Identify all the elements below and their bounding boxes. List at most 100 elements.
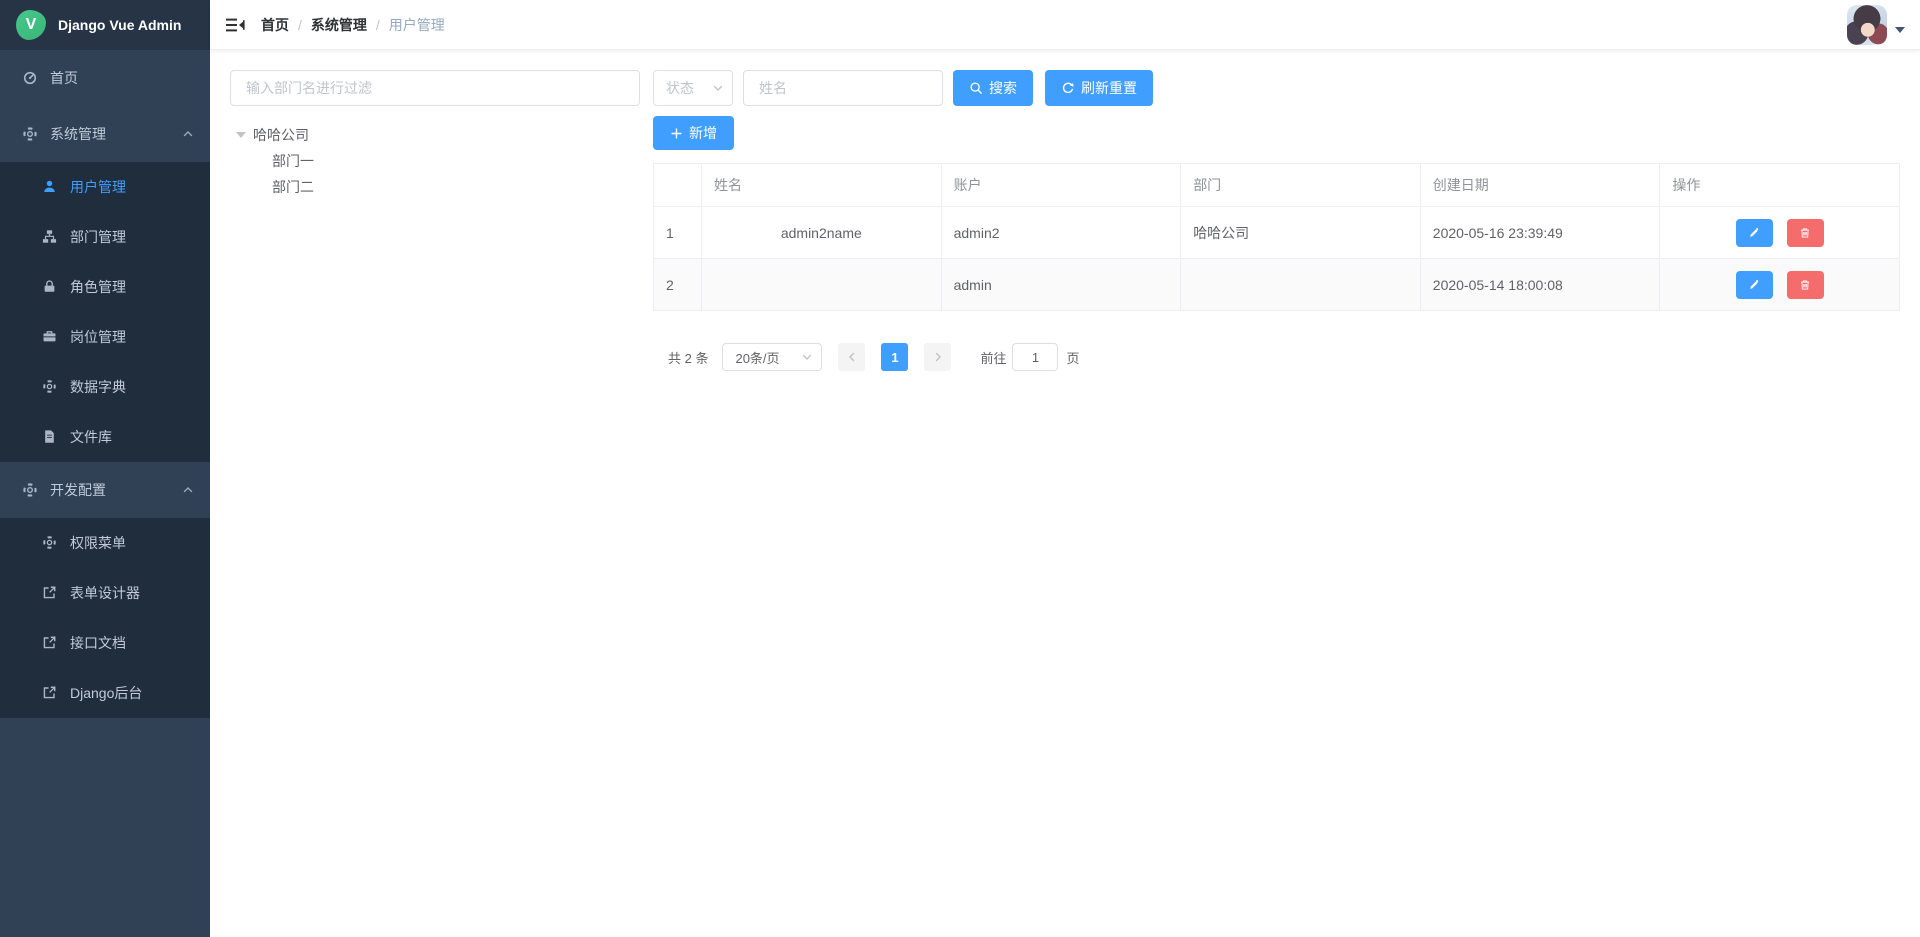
edit-button[interactable] — [1736, 219, 1773, 247]
pencil-icon — [1748, 279, 1760, 291]
caret-down-icon[interactable] — [236, 132, 246, 138]
chevron-up-icon — [182, 128, 194, 140]
user-panel: 状态 搜索 刷新重置 — [653, 70, 1900, 917]
sidebar-item-api-docs[interactable]: 接口文档 — [0, 618, 210, 668]
sidebar-item-departments[interactable]: 部门管理 — [0, 212, 210, 262]
add-button[interactable]: 新增 — [653, 116, 734, 150]
briefcase-icon — [42, 329, 58, 345]
breadcrumb: 首页 / 系统管理 / 用户管理 — [261, 15, 445, 35]
tree-node-label: 哈哈公司 — [253, 125, 309, 145]
sidebar-item-users[interactable]: 用户管理 — [0, 162, 210, 212]
name-filter-input[interactable] — [743, 70, 943, 106]
component-icon — [42, 379, 58, 395]
user-icon — [42, 179, 58, 195]
sidebar-item-label: 文件库 — [70, 427, 112, 447]
prev-page-button[interactable] — [838, 343, 865, 371]
department-panel: 哈哈公司 部门一 部门二 — [230, 70, 640, 917]
tree-node-child[interactable]: 部门二 — [230, 174, 640, 200]
sidebar-item-roles[interactable]: 角色管理 — [0, 262, 210, 312]
external-link-icon — [42, 685, 58, 701]
refresh-reset-button[interactable]: 刷新重置 — [1045, 70, 1153, 106]
next-page-button[interactable] — [924, 343, 951, 371]
org-tree-icon — [42, 229, 58, 245]
cell-actions — [1660, 259, 1900, 311]
table-row: 1 admin2name admin2 哈哈公司 2020-05-16 23:3… — [654, 207, 1900, 259]
sidebar-item-form-designer[interactable]: 表单设计器 — [0, 568, 210, 618]
app-logo[interactable]: V Django Vue Admin — [0, 0, 210, 50]
sidebar-item-home[interactable]: 首页 — [0, 50, 210, 106]
status-select-placeholder: 状态 — [666, 78, 694, 98]
col-header-index — [654, 164, 702, 207]
sidebar-item-django-admin[interactable]: Django后台 — [0, 668, 210, 718]
submenu-devconfig: 权限菜单 表单设计器 接口文档 Django后台 — [0, 518, 210, 718]
department-filter-input[interactable] — [230, 70, 640, 106]
delete-button[interactable] — [1787, 219, 1824, 247]
dashboard-icon — [22, 70, 38, 86]
component-icon — [22, 126, 38, 142]
cell-index: 2 — [654, 259, 702, 311]
cell-account: admin2 — [941, 207, 1181, 259]
pagination-total: 共 2 条 — [668, 348, 708, 367]
app-title: Django Vue Admin — [58, 17, 181, 33]
sidebar-group-devconfig[interactable]: 开发配置 — [0, 462, 210, 518]
trash-icon — [1799, 227, 1811, 239]
lock-icon — [42, 279, 58, 295]
caret-down-icon[interactable] — [1895, 27, 1905, 33]
chevron-up-icon — [182, 484, 194, 496]
pagination: 共 2 条 20条/页 1 前往 页 — [668, 343, 1900, 371]
col-header-created: 创建日期 — [1420, 164, 1660, 207]
tree-node-root[interactable]: 哈哈公司 — [230, 122, 640, 148]
plus-icon — [670, 127, 683, 140]
sidebar-item-label: Django后台 — [70, 683, 142, 703]
sidebar-menu: 首页 系统管理 用户管理 部门管理 — [0, 50, 210, 937]
navbar-right — [1847, 5, 1905, 45]
page-size-select[interactable]: 20条/页 — [722, 343, 822, 371]
external-link-icon — [42, 585, 58, 601]
breadcrumb-separator: / — [298, 17, 302, 33]
avatar[interactable] — [1847, 5, 1887, 45]
users-table: 姓名 账户 部门 创建日期 操作 1 admin2name admin2 哈哈公… — [653, 163, 1900, 311]
page-number-1[interactable]: 1 — [881, 343, 908, 371]
vue-logo-icon: V — [16, 10, 46, 40]
sidebar-item-files[interactable]: 文件库 — [0, 412, 210, 462]
col-header-dept: 部门 — [1181, 164, 1421, 207]
sidebar-item-label: 数据字典 — [70, 377, 126, 397]
col-header-name: 姓名 — [702, 164, 942, 207]
cell-dept — [1181, 259, 1421, 311]
submenu-system: 用户管理 部门管理 角色管理 岗位管理 — [0, 162, 210, 462]
breadcrumb-home[interactable]: 首页 — [261, 15, 289, 35]
col-header-actions: 操作 — [1660, 164, 1900, 207]
delete-button[interactable] — [1787, 271, 1824, 299]
component-icon — [42, 535, 58, 551]
cell-dept: 哈哈公司 — [1181, 207, 1421, 259]
sidebar-item-posts[interactable]: 岗位管理 — [0, 312, 210, 362]
sidebar: V Django Vue Admin 首页 系统管理 用户管理 — [0, 0, 210, 937]
table-row: 2 admin 2020-05-14 18:00:08 — [654, 259, 1900, 311]
status-select[interactable]: 状态 — [653, 70, 733, 106]
goto-label: 前往 — [980, 348, 1006, 367]
sidebar-group-system[interactable]: 系统管理 — [0, 106, 210, 162]
sidebar-item-label: 权限菜单 — [70, 533, 126, 553]
sidebar-item-permission-menu[interactable]: 权限菜单 — [0, 518, 210, 568]
tree-node-child[interactable]: 部门一 — [230, 148, 640, 174]
cell-name — [702, 259, 942, 311]
goto-page-input[interactable] — [1012, 343, 1058, 371]
sidebar-item-label: 首页 — [50, 68, 78, 88]
top-navbar: 首页 / 系统管理 / 用户管理 — [210, 0, 1920, 50]
component-icon — [22, 482, 38, 498]
trash-icon — [1799, 279, 1811, 291]
search-button[interactable]: 搜索 — [953, 70, 1033, 106]
cell-created: 2020-05-16 23:39:49 — [1420, 207, 1660, 259]
document-icon — [42, 429, 58, 445]
search-icon — [969, 81, 983, 95]
cell-actions — [1660, 207, 1900, 259]
tree-node-label: 部门二 — [272, 177, 314, 197]
sidebar-item-dictionary[interactable]: 数据字典 — [0, 362, 210, 412]
breadcrumb-separator: / — [376, 17, 380, 33]
hamburger-icon[interactable] — [225, 15, 245, 35]
breadcrumb-section[interactable]: 系统管理 — [311, 15, 367, 35]
edit-button[interactable] — [1736, 271, 1773, 299]
breadcrumb-current: 用户管理 — [389, 15, 445, 35]
pencil-icon — [1748, 227, 1760, 239]
sidebar-group-label: 系统管理 — [50, 124, 106, 144]
